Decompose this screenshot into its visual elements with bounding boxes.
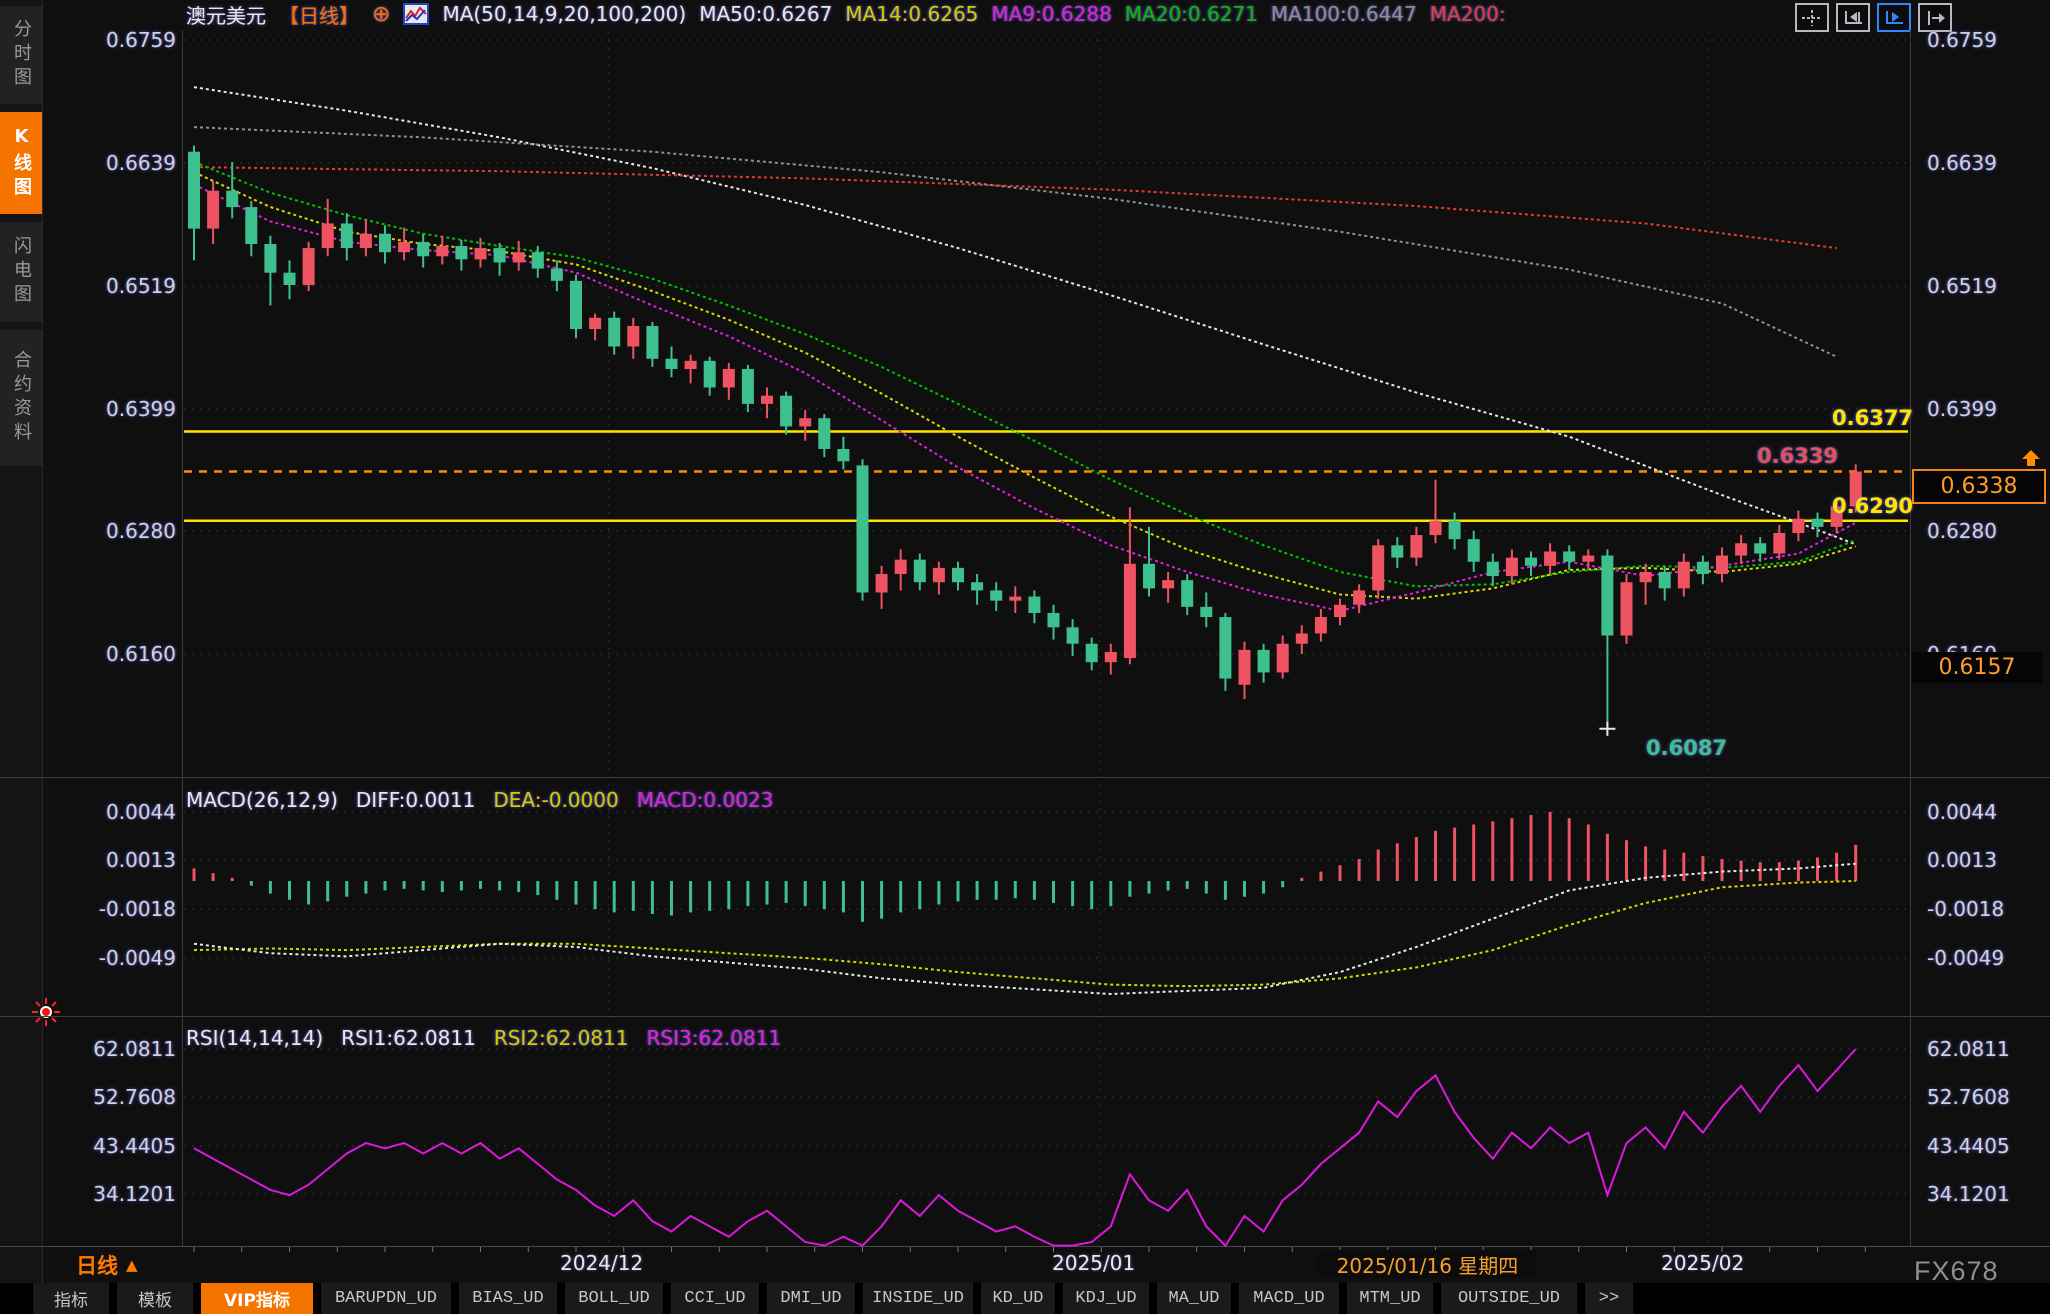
date-label-feb: 2025/02: [1661, 1251, 1744, 1275]
axis-value-label: 43.4405: [84, 1135, 176, 1157]
tab-template[interactable]: 模板: [117, 1283, 193, 1314]
date-label-dec: 2024/12: [560, 1251, 643, 1275]
axis-value-label: 52.7608: [84, 1086, 176, 1108]
axis-value-label: 62.0811: [1927, 1038, 2010, 1060]
axis-value-label: 43.4405: [1927, 1135, 2010, 1157]
tab-boll[interactable]: BOLL_UD: [565, 1283, 663, 1314]
period-selector[interactable]: 日线 ▲: [76, 1250, 138, 1280]
axis-value-label: 0.6759: [1927, 29, 1997, 51]
axis-value-label: 0.0044: [84, 801, 176, 823]
rsi3-value: RSI3:62.0811: [647, 1026, 782, 1050]
axis-value-label: 0.6759: [84, 29, 176, 51]
macd-dea-value: DEA:-0.0000: [493, 788, 618, 812]
rsi1-value: RSI1:62.0811: [341, 1026, 476, 1050]
axis-value-label: 0.6280: [1927, 520, 1997, 542]
macd-panel-header: MACD(26,12,9) DIFF:0.0011 DEA:-0.0000 MA…: [186, 788, 773, 812]
session-low-tag: 0.6157: [1912, 652, 2042, 683]
axis-value-label: 0.0013: [1927, 849, 1997, 871]
axis-value-label: 52.7608: [1927, 1086, 2010, 1108]
macd-title[interactable]: MACD(26,12,9): [186, 788, 338, 812]
axis-value-label: 0.6280: [84, 520, 176, 542]
price-chart-canvas[interactable]: [0, 0, 2050, 1314]
date-label-jan: 2025/01: [1052, 1251, 1135, 1275]
tab-vip-indicator[interactable]: VIP指标: [201, 1283, 313, 1314]
tab-kd[interactable]: KD_UD: [981, 1283, 1055, 1314]
current-price-line-label: 0.6339: [1757, 444, 1838, 468]
axis-value-label: 0.0044: [1927, 801, 1997, 823]
tab-kdj[interactable]: KDJ_UD: [1063, 1283, 1149, 1314]
tab-cci[interactable]: CCI_UD: [671, 1283, 759, 1314]
axis-value-label: 34.1201: [84, 1183, 176, 1205]
support-price-label: 0.6290: [1832, 494, 1913, 518]
tab-bias[interactable]: BIAS_UD: [459, 1283, 557, 1314]
axis-value-label: -0.0018: [84, 898, 176, 920]
tab-barupdn[interactable]: BARUPDN_UD: [321, 1283, 451, 1314]
rsi2-value: RSI2:62.0811: [494, 1026, 629, 1050]
axis-value-label: 62.0811: [84, 1038, 176, 1060]
price-up-arrow-icon: [2018, 450, 2044, 468]
axis-value-label: 0.6399: [84, 398, 176, 420]
tab-ma[interactable]: MA_UD: [1157, 1283, 1231, 1314]
rsi-panel-header: RSI(14,14,14) RSI1:62.0811 RSI2:62.0811 …: [186, 1026, 781, 1050]
indicator-tabbar: 指标 模板 VIP指标 BARUPDN_UD BIAS_UD BOLL_UD C…: [0, 1283, 2050, 1314]
trading-app-window: 分时图 K线图 闪电图 合约资料 澳元美元 【日线】 ⊕ MA(50,14,9,…: [0, 0, 2050, 1314]
tab-macd[interactable]: MACD_UD: [1239, 1283, 1339, 1314]
axis-value-label: 34.1201: [1927, 1183, 2010, 1205]
axis-value-label: 0.0013: [84, 849, 176, 871]
tab-dmi[interactable]: DMI_UD: [767, 1283, 855, 1314]
axis-value-label: 0.6639: [1927, 152, 1997, 174]
period-up-arrow-icon: ▲: [126, 1256, 138, 1274]
current-price-tag: 0.6338: [1912, 469, 2046, 504]
axis-value-label: 0.6399: [1927, 398, 1997, 420]
axis-value-label: 0.6519: [84, 275, 176, 297]
selected-date-box[interactable]: 2025/01/16 星期四: [1318, 1250, 1537, 1278]
tab-more[interactable]: >>: [1585, 1283, 1633, 1314]
axis-value-label: -0.0018: [1927, 898, 2004, 920]
tab-inside[interactable]: INSIDE_UD: [863, 1283, 973, 1314]
axis-value-label: -0.0049: [84, 947, 176, 969]
macd-macd-value: MACD:0.0023: [637, 788, 774, 812]
low-wick-price-label: 0.6087: [1646, 736, 1727, 760]
axis-value-label: 0.6519: [1927, 275, 1997, 297]
axis-value-label: 0.6160: [84, 643, 176, 665]
rsi-title[interactable]: RSI(14,14,14): [186, 1026, 323, 1050]
tab-indicator[interactable]: 指标: [33, 1283, 109, 1314]
axis-value-label: 0.6639: [84, 152, 176, 174]
tabbar-pad: [0, 1283, 33, 1314]
tab-outside[interactable]: OUTSIDE_UD: [1441, 1283, 1577, 1314]
axis-value-label: -0.0049: [1927, 947, 2004, 969]
resistance-price-label: 0.6377: [1832, 406, 1913, 430]
tab-mtm[interactable]: MTM_UD: [1347, 1283, 1433, 1314]
macd-diff-value: DIFF:0.0011: [356, 788, 475, 812]
